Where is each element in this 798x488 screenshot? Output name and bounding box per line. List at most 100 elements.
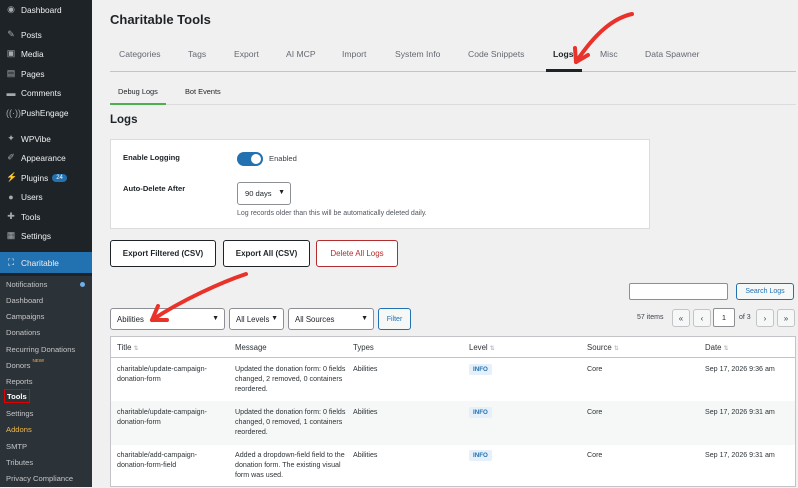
level-badge: INFO [469, 450, 492, 461]
submenu-settings[interactable]: Settings [6, 406, 33, 420]
menu-item-appearance[interactable]: ✐ Appearance [0, 148, 92, 167]
enable-logging-label: Enable Logging [123, 153, 180, 162]
menu-item-tools[interactable]: ✚ Tools [0, 207, 92, 226]
sort-icon: ⇅ [133, 346, 139, 352]
column-header-source[interactable]: Source ⇅ [587, 343, 619, 352]
chevron-down-icon: ▼ [361, 315, 368, 322]
menu-item-posts[interactable]: ✎ Posts [0, 25, 92, 44]
main-content: Charitable Tools Categories Tags Export … [92, 0, 798, 487]
cell-type: Abilities [353, 365, 378, 373]
tab-divider [110, 71, 796, 72]
cell-type: Abilities [353, 451, 378, 459]
logging-settings-card: Enable Logging Enabled Auto-Delete After… [110, 139, 650, 229]
cell-title: charitable/update-campaign-donation-form [117, 365, 207, 383]
search-logs-input[interactable] [629, 283, 728, 300]
chevron-down-icon: ▼ [278, 189, 285, 196]
menu-item-wpvibe[interactable]: ✦ WPVibe [0, 129, 92, 148]
last-page-button[interactable]: » [777, 309, 795, 327]
submenu-addons[interactable]: Addons [6, 422, 32, 436]
subtab-debug-logs[interactable]: Debug Logs [118, 87, 158, 96]
cell-message: Added a dropdown-field field to the dona… [235, 451, 345, 479]
submenu-tributes[interactable]: Tributes [6, 455, 33, 469]
sparkle-icon: ✦ [7, 133, 15, 143]
prev-page-button[interactable]: ‹ [693, 309, 711, 327]
broadcast-icon: ((·)) [6, 107, 21, 118]
tab-misc[interactable]: Misc [600, 49, 618, 59]
submenu-smtp[interactable]: SMTP [6, 439, 27, 453]
submenu-privacy-compliance[interactable]: Privacy Compliance [6, 471, 73, 485]
subtab-bot-events[interactable]: Bot Events [185, 87, 221, 96]
first-page-button[interactable]: « [672, 309, 690, 327]
menu-item-plugins[interactable]: ⚡ Plugins 24 [0, 168, 92, 187]
export-all-button[interactable]: Export All (CSV) [223, 240, 310, 267]
submenu-campaigns[interactable]: Campaigns [6, 309, 44, 323]
auto-delete-label: Auto-Delete After [123, 184, 186, 193]
pin-icon: ✎ [7, 29, 15, 39]
enabled-text: Enabled [269, 154, 297, 163]
tab-logs[interactable]: Logs [553, 49, 574, 59]
tab-tags[interactable]: Tags [188, 49, 206, 59]
level-badge: INFO [469, 407, 492, 418]
next-page-button[interactable]: › [756, 309, 774, 327]
sort-icon: ⇅ [489, 346, 495, 352]
cell-title: charitable/update-campaign-donation-form [117, 408, 207, 426]
submenu-recurring-donations[interactable]: Recurring Donations [6, 342, 75, 356]
cell-date: Sep 17, 2026 9:31 am [705, 408, 775, 416]
tab-categories[interactable]: Categories [119, 49, 161, 59]
menu-item-pushengage[interactable]: ((·)) PushEngage [0, 103, 92, 122]
submenu-donors[interactable]: Donors NEW! [6, 358, 44, 372]
menu-item-pages[interactable]: ▤ Pages [0, 64, 92, 83]
items-count: 57 items [637, 314, 664, 321]
tab-ai-mcp[interactable]: AI MCP [286, 49, 316, 59]
auto-delete-select[interactable]: 90 days ▼ [237, 182, 291, 205]
submenu-notifications[interactable]: Notifications [6, 277, 47, 291]
user-icon: ● [8, 191, 14, 202]
cell-source: Core [587, 451, 603, 459]
chevron-down-icon: ▼ [212, 315, 219, 322]
cell-source: Core [587, 365, 603, 373]
section-title: Logs [110, 114, 138, 126]
cell-date: Sep 17, 2026 9:31 am [705, 451, 775, 459]
level-filter-select[interactable]: All Levels ▼ [229, 308, 284, 330]
menu-item-dashboard[interactable]: ◉ Dashboard [0, 0, 92, 19]
column-header-level[interactable]: Level ⇅ [469, 343, 495, 352]
enable-logging-toggle[interactable] [237, 152, 263, 166]
settings-icon: ▦ [6, 230, 16, 240]
level-badge: INFO [469, 364, 492, 375]
tab-system-info[interactable]: System Info [395, 49, 440, 59]
sort-icon: ⇅ [613, 346, 619, 352]
column-header-title[interactable]: Title ⇅ [117, 343, 138, 352]
menu-item-users[interactable]: ● Users [0, 187, 92, 206]
new-tag: NEW! [32, 358, 45, 363]
menu-item-settings[interactable]: ▦ Settings [0, 226, 92, 245]
tab-code-snippets[interactable]: Code Snippets [468, 49, 524, 59]
submenu-donations[interactable]: Donations [6, 325, 40, 339]
toggle-knob [251, 154, 261, 164]
submenu-tools[interactable]: Tools [4, 389, 30, 403]
tab-import[interactable]: Import [342, 49, 366, 59]
column-header-message: Message [235, 343, 267, 352]
dashboard-icon: ◉ [7, 4, 15, 14]
column-header-date[interactable]: Date ⇅ [705, 343, 729, 352]
cell-message: Updated the donation form: 0 fields chan… [235, 408, 346, 436]
chevron-down-icon: ▼ [271, 315, 278, 322]
submenu-reports[interactable]: Reports [6, 374, 33, 388]
export-filtered-button[interactable]: Export Filtered (CSV) [110, 240, 216, 267]
cell-type: Abilities [353, 408, 378, 416]
filter-button[interactable]: Filter [378, 308, 411, 330]
tab-data-spawner[interactable]: Data Spawner [645, 49, 699, 59]
source-filter-select[interactable]: All Sources ▼ [288, 308, 374, 330]
current-page-input[interactable]: 1 [713, 308, 735, 327]
tab-export[interactable]: Export [234, 49, 259, 59]
menu-item-comments[interactable]: ▬ Comments [0, 83, 92, 102]
auto-delete-hint: Log records older than this will be auto… [237, 210, 427, 217]
menu-item-charitable[interactable]: ⛶ Charitable [0, 252, 92, 273]
submenu-dashboard[interactable]: Dashboard [6, 293, 43, 307]
menu-item-media[interactable]: ▣ Media [0, 44, 92, 63]
brush-icon: ✐ [7, 152, 15, 162]
type-filter-select[interactable]: Abilities ▼ [110, 308, 225, 330]
column-header-types: Types [353, 343, 374, 352]
sort-icon: ⇅ [723, 346, 729, 352]
search-logs-button[interactable]: Search Logs [736, 283, 794, 300]
delete-all-logs-button[interactable]: Delete All Logs [316, 240, 398, 267]
